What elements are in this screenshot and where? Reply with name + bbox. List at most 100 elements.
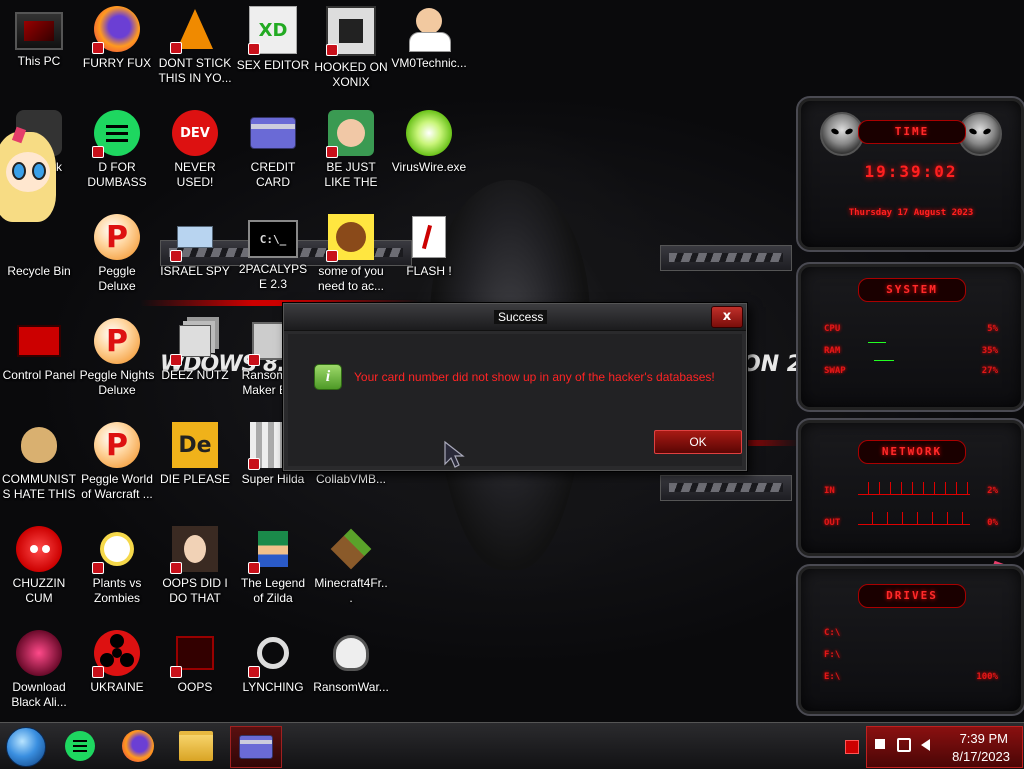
spotify-like-icon [92,110,140,158]
notification-icon[interactable] [845,740,859,754]
desktop-icon-communists[interactable]: COMMUNISTS HATE THIS G... [1,416,77,502]
taskbar-app-file-explorer[interactable] [174,726,218,766]
dialog-close-button[interactable]: x [711,306,743,328]
desktop-icon-plants-vs-zombies[interactable]: Plants vs Zombies [79,520,155,606]
network-pcs-icon [170,214,218,262]
desktop-icon-this-pc[interactable]: This PC [1,0,77,69]
desktop-icon-minecraft[interactable]: Minecraft4Fr... [313,520,389,606]
start-button[interactable] [6,727,46,767]
success-dialog[interactable]: Success x i Your card number did not sho… [283,303,747,471]
ok-button[interactable]: OK [654,430,742,454]
gadget-title: NETWORK [858,440,966,464]
credit-card-icon [239,735,273,759]
network-out-graph [858,512,970,525]
pixel-hero-icon [248,526,296,574]
ram-bar [868,342,886,343]
desktop-icon-hooked-on-xonix[interactable]: HOOKED ON XONIX [313,0,389,90]
cartoon-character-sticker [0,126,64,248]
gadget-title: TIME [858,120,966,144]
volume-icon[interactable] [921,739,930,751]
gadget-date: Thursday 17 August 2023 [848,208,974,218]
drive-c-row: C:\ [824,628,841,638]
taskbar-app-credit-card-checker[interactable] [230,726,282,768]
desktop-icon-deez-nutz[interactable]: DEEZ NUTZ [157,312,233,383]
desktop-icon-chuzzin-cum[interactable]: CHUZZIN CUM [1,520,77,606]
desktop-icon-lynching[interactable]: LYNCHING [235,624,311,695]
red-monitor-icon [170,630,218,678]
desktop-icon-israel-spy[interactable]: ISRAEL SPY [157,208,233,279]
system-gadget[interactable]: SYSTEM CPU 5% RAM 35% SWAP 27% [796,262,1024,412]
desktop-icon-peggle-deluxe[interactable]: P Peggle Deluxe [79,208,155,294]
firefox-icon [92,6,140,54]
desktop-icon-vm0technic[interactable]: VM0Technic... [391,0,467,71]
desktop-icon-viruswire[interactable]: VirusWire.exe [391,104,467,175]
taskbar: 7:39 PM 8/17/2023 [0,722,1024,769]
skull-icon [328,630,374,676]
cartoon-dog-icon [326,214,374,262]
stacked-windows-icon [170,318,218,366]
vlc-cone-icon [170,6,218,54]
close-icon: x [722,309,732,324]
network-in-graph [858,482,970,495]
radiation-icon [92,630,140,678]
lime-icon [406,110,452,156]
desktop-icon-ransomware[interactable]: RansomWar... [313,624,389,695]
wallpaper-strip [660,475,792,501]
drives-gadget[interactable]: DRIVES C:\ F:\ E:\ 100% [796,564,1024,716]
desktop-icon-oops[interactable]: OOPS [157,624,233,695]
desktop-icon-ukraine[interactable]: UKRAINE [79,624,155,695]
cpu-row: CPU 5% [824,324,998,334]
grass-block-icon [328,526,374,572]
desktop-icon-flash[interactable]: FLASH ! [391,208,467,279]
desktop-icon-peggle-nights[interactable]: P Peggle Nights Deluxe [79,312,155,398]
desktop-icon-2pacalypse[interactable]: C:\_ 2PACALYPSE 2.3 [235,208,311,292]
devcpp-icon: DEV [172,110,218,156]
desktop-icon-peggle-wow[interactable]: P Peggle World of Warcraft ... [79,416,155,502]
time-gadget[interactable]: TIME 19:39:02 Thursday 17 August 2023 [796,96,1024,252]
desktop-icon-dont-stick[interactable]: DONT STICK THIS IN YO... [157,0,233,86]
desktop-icon-die-please[interactable]: De DIE PLEASE [157,416,233,487]
alien-sphere-icon [16,630,62,676]
gadget-clock: 19:39:02 [864,162,958,181]
spotify-like-icon [65,731,95,761]
command-prompt-icon: C:\_ [248,220,298,258]
network-gadget[interactable]: NETWORK IN 2% OUT 0% [796,418,1024,558]
wallpaper-strip [660,245,792,271]
desktop-icon-control-panel[interactable]: Control Panel [1,312,77,383]
money-bag-icon [16,422,62,468]
desktop-icon-legend-of-zilda[interactable]: The Legend of Zilda [235,520,311,606]
desktop-icon-d-for-dumbass[interactable]: D FOR DUMBASS [79,104,155,190]
taskbar-clock-date[interactable]: 8/17/2023 [952,749,1010,764]
dialog-titlebar[interactable]: Success x [284,304,746,331]
taskbar-clock-time[interactable]: 7:39 PM [960,731,1008,746]
desktop-icon-download-black-ali[interactable]: Download Black Ali... [1,624,77,710]
doctor-avatar-icon [406,6,452,52]
desktop-icon-never-used[interactable]: DEV NEVER USED! [157,104,233,190]
peggle-icon: P [94,422,140,468]
swap-bar [874,360,894,361]
network-tray-icon[interactable] [897,738,911,752]
gadget-title: DRIVES [858,584,966,608]
ram-row: RAM 35% [824,346,998,356]
folder-icon [179,731,213,761]
computer-icon [15,12,63,50]
desktop-icon-credit-card-checker[interactable]: CREDIT CARD CHECKER [235,104,311,190]
dialog-body: i Your card number did not show up in an… [288,334,742,466]
desktop-icon-some-of-you[interactable]: some of you need to ac... [313,208,389,294]
desktop-icon-be-just-like-the-dude[interactable]: BE JUST LIKE THE DUDE! [313,104,389,190]
dialog-message: Your card number did not show up in any … [354,370,715,384]
desktop-icon-sex-editor[interactable]: XD SEX EDITOR [235,0,311,73]
desktop-icon-oops-did-i[interactable]: OOPS DID I DO THAT [157,520,233,606]
peggle-icon: P [94,318,140,364]
dialog-title: Success [494,310,548,324]
control-panel-icon [16,318,62,364]
taskbar-app-spotify[interactable] [58,726,102,766]
desktop-icon-furry-fux[interactable]: FURRY FUX [79,0,155,71]
flag-icon[interactable] [875,739,887,749]
credit-card-icon [250,110,296,156]
gadget-title: SYSTEM [858,278,966,302]
info-icon: i [314,364,342,390]
taskbar-app-firefox[interactable] [116,726,160,766]
gear-knot-icon [248,630,296,678]
flower-icon [92,526,140,574]
